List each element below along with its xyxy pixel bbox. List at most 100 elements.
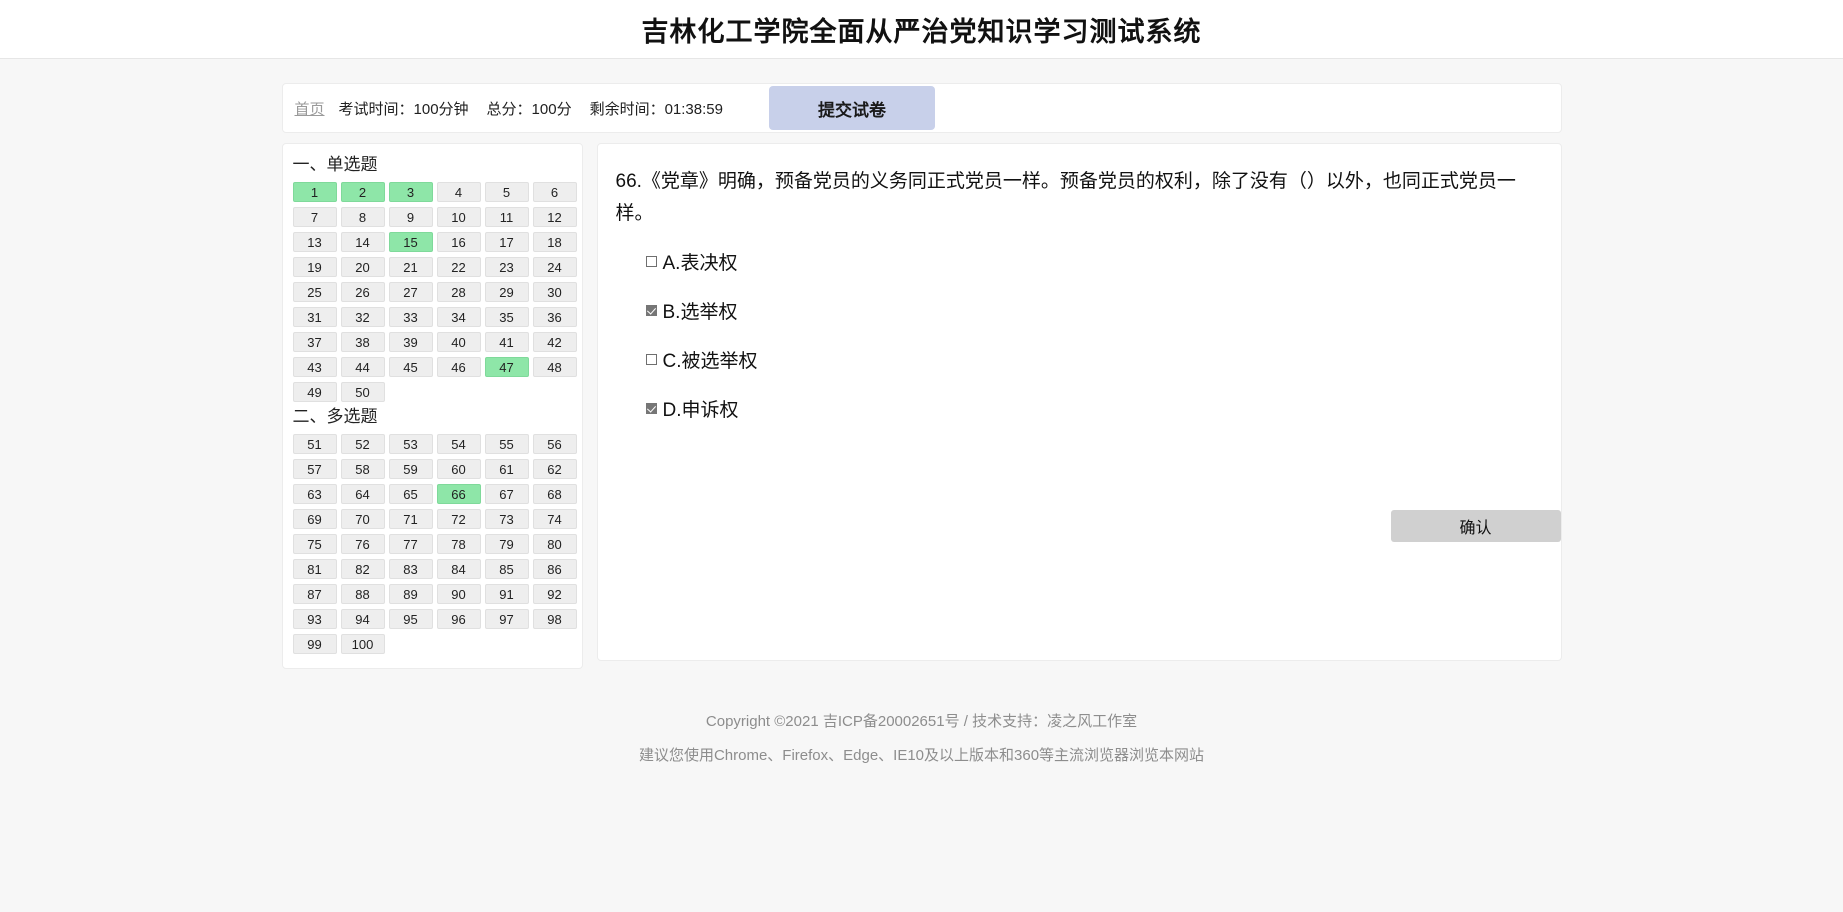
submit-exam-button[interactable]: 提交试卷 xyxy=(768,86,935,130)
question-number-button[interactable]: 82 xyxy=(340,559,385,579)
question-number-button[interactable]: 97 xyxy=(484,609,529,629)
question-number-button[interactable]: 29 xyxy=(484,282,529,302)
question-number-button[interactable]: 7 xyxy=(292,207,337,227)
question-number-button[interactable]: 50 xyxy=(340,382,385,402)
question-number-button[interactable]: 51 xyxy=(292,434,337,454)
question-number-button[interactable]: 57 xyxy=(292,459,337,479)
question-number-button[interactable]: 3 xyxy=(388,182,433,202)
question-number-button[interactable]: 9 xyxy=(388,207,433,227)
question-number-button[interactable]: 21 xyxy=(388,257,433,277)
question-number-button[interactable]: 36 xyxy=(532,307,577,327)
question-number-button[interactable]: 90 xyxy=(436,584,481,604)
answer-option[interactable]: B.选举权 xyxy=(645,297,1535,324)
question-number-button[interactable]: 98 xyxy=(532,609,577,629)
checkbox-checked-icon[interactable] xyxy=(645,403,657,414)
question-number-button[interactable]: 35 xyxy=(484,307,529,327)
question-number-button[interactable]: 83 xyxy=(388,559,433,579)
question-number-button[interactable]: 93 xyxy=(292,609,337,629)
question-number-button[interactable]: 99 xyxy=(292,634,337,654)
question-number-button[interactable]: 41 xyxy=(484,332,529,352)
question-number-button[interactable]: 27 xyxy=(388,282,433,302)
question-number-button[interactable]: 73 xyxy=(484,509,529,529)
question-number-button[interactable]: 74 xyxy=(532,509,577,529)
question-number-button[interactable]: 47 xyxy=(484,357,529,377)
question-number-button[interactable]: 2 xyxy=(340,182,385,202)
question-number-button[interactable]: 65 xyxy=(388,484,433,504)
question-number-button[interactable]: 55 xyxy=(484,434,529,454)
question-number-button[interactable]: 72 xyxy=(436,509,481,529)
question-number-button[interactable]: 23 xyxy=(484,257,529,277)
question-number-button[interactable]: 6 xyxy=(532,182,577,202)
question-number-button[interactable]: 81 xyxy=(292,559,337,579)
confirm-answer-button[interactable]: 确认 xyxy=(1390,510,1561,542)
question-number-button[interactable]: 94 xyxy=(340,609,385,629)
question-number-button[interactable]: 1 xyxy=(292,182,337,202)
question-number-button[interactable]: 34 xyxy=(436,307,481,327)
question-number-button[interactable]: 62 xyxy=(532,459,577,479)
question-number-button[interactable]: 87 xyxy=(292,584,337,604)
question-number-button[interactable]: 48 xyxy=(532,357,577,377)
question-number-button[interactable]: 78 xyxy=(436,534,481,554)
answer-option[interactable]: A.表决权 xyxy=(645,248,1535,275)
question-number-button[interactable]: 71 xyxy=(388,509,433,529)
question-number-button[interactable]: 84 xyxy=(436,559,481,579)
question-number-button[interactable]: 17 xyxy=(484,232,529,252)
question-number-button[interactable]: 39 xyxy=(388,332,433,352)
question-number-button[interactable]: 5 xyxy=(484,182,529,202)
question-number-button[interactable]: 20 xyxy=(340,257,385,277)
question-number-button[interactable]: 33 xyxy=(388,307,433,327)
question-number-button[interactable]: 63 xyxy=(292,484,337,504)
question-number-button[interactable]: 43 xyxy=(292,357,337,377)
question-number-button[interactable]: 46 xyxy=(436,357,481,377)
question-number-button[interactable]: 77 xyxy=(388,534,433,554)
question-number-button[interactable]: 28 xyxy=(436,282,481,302)
question-number-button[interactable]: 30 xyxy=(532,282,577,302)
question-number-button[interactable]: 59 xyxy=(388,459,433,479)
question-number-button[interactable]: 56 xyxy=(532,434,577,454)
question-number-button[interactable]: 25 xyxy=(292,282,337,302)
question-number-button[interactable]: 24 xyxy=(532,257,577,277)
question-number-button[interactable]: 100 xyxy=(340,634,385,654)
question-number-button[interactable]: 64 xyxy=(340,484,385,504)
question-number-button[interactable]: 70 xyxy=(340,509,385,529)
question-number-button[interactable]: 14 xyxy=(340,232,385,252)
question-number-button[interactable]: 58 xyxy=(340,459,385,479)
question-number-button[interactable]: 76 xyxy=(340,534,385,554)
question-number-button[interactable]: 75 xyxy=(292,534,337,554)
question-number-button[interactable]: 95 xyxy=(388,609,433,629)
question-number-button[interactable]: 19 xyxy=(292,257,337,277)
question-number-button[interactable]: 89 xyxy=(388,584,433,604)
question-number-button[interactable]: 80 xyxy=(532,534,577,554)
question-number-button[interactable]: 38 xyxy=(340,332,385,352)
question-number-button[interactable]: 67 xyxy=(484,484,529,504)
home-link[interactable]: 首页 xyxy=(295,98,325,119)
question-number-button[interactable]: 88 xyxy=(340,584,385,604)
question-number-button[interactable]: 40 xyxy=(436,332,481,352)
question-number-button[interactable]: 22 xyxy=(436,257,481,277)
question-number-button[interactable]: 15 xyxy=(388,232,433,252)
question-number-button[interactable]: 31 xyxy=(292,307,337,327)
question-number-button[interactable]: 60 xyxy=(436,459,481,479)
question-number-button[interactable]: 26 xyxy=(340,282,385,302)
checkbox-checked-icon[interactable] xyxy=(645,305,657,316)
question-number-button[interactable]: 4 xyxy=(436,182,481,202)
question-number-button[interactable]: 61 xyxy=(484,459,529,479)
question-number-button[interactable]: 86 xyxy=(532,559,577,579)
question-number-button[interactable]: 12 xyxy=(532,207,577,227)
question-number-button[interactable]: 16 xyxy=(436,232,481,252)
question-number-button[interactable]: 69 xyxy=(292,509,337,529)
question-number-button[interactable]: 18 xyxy=(532,232,577,252)
question-number-button[interactable]: 52 xyxy=(340,434,385,454)
question-number-button[interactable]: 37 xyxy=(292,332,337,352)
checkbox-icon[interactable] xyxy=(645,256,657,267)
question-number-button[interactable]: 53 xyxy=(388,434,433,454)
question-number-button[interactable]: 49 xyxy=(292,382,337,402)
question-number-button[interactable]: 91 xyxy=(484,584,529,604)
question-number-button[interactable]: 66 xyxy=(436,484,481,504)
question-number-button[interactable]: 11 xyxy=(484,207,529,227)
question-number-button[interactable]: 44 xyxy=(340,357,385,377)
question-number-button[interactable]: 79 xyxy=(484,534,529,554)
question-number-button[interactable]: 68 xyxy=(532,484,577,504)
question-number-button[interactable]: 45 xyxy=(388,357,433,377)
question-number-button[interactable]: 92 xyxy=(532,584,577,604)
